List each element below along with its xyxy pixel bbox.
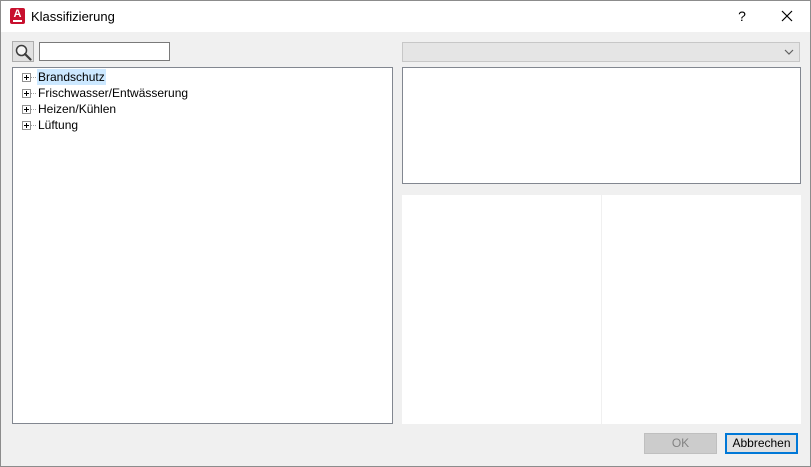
- preview-panel-left: [402, 195, 601, 424]
- window-title: Klassifizierung: [31, 9, 115, 24]
- search-icon: [15, 44, 32, 61]
- search-button[interactable]: [12, 41, 34, 62]
- app-icon-letter: A: [13, 8, 22, 20]
- tree-item-label[interactable]: Brandschutz: [37, 69, 106, 85]
- tree-item-label[interactable]: Heizen/Kühlen: [37, 101, 117, 117]
- classification-dropdown[interactable]: [402, 42, 800, 62]
- close-button[interactable]: [767, 3, 807, 29]
- expand-plus-icon[interactable]: [22, 89, 31, 98]
- expand-plus-icon[interactable]: [22, 73, 31, 82]
- expand-plus-icon[interactable]: [22, 121, 31, 130]
- tree-item-label[interactable]: Lüftung: [37, 117, 79, 133]
- ok-button[interactable]: OK: [644, 433, 717, 454]
- preview-panel-right: [602, 195, 801, 424]
- description-panel: [402, 67, 801, 184]
- help-button[interactable]: ?: [727, 3, 757, 29]
- expand-plus-icon[interactable]: [22, 105, 31, 114]
- search-input[interactable]: [39, 42, 170, 61]
- cancel-button[interactable]: Abbrechen: [725, 433, 798, 454]
- classification-tree[interactable]: Brandschutz Frischwasser/Entwässerung He…: [12, 67, 393, 424]
- close-icon: [781, 10, 793, 22]
- title-bar: A Klassifizierung ?: [1, 1, 810, 32]
- tree-item-label[interactable]: Frischwasser/Entwässerung: [37, 85, 189, 101]
- app-icon: A: [10, 8, 25, 24]
- chevron-down-icon: [784, 49, 794, 55]
